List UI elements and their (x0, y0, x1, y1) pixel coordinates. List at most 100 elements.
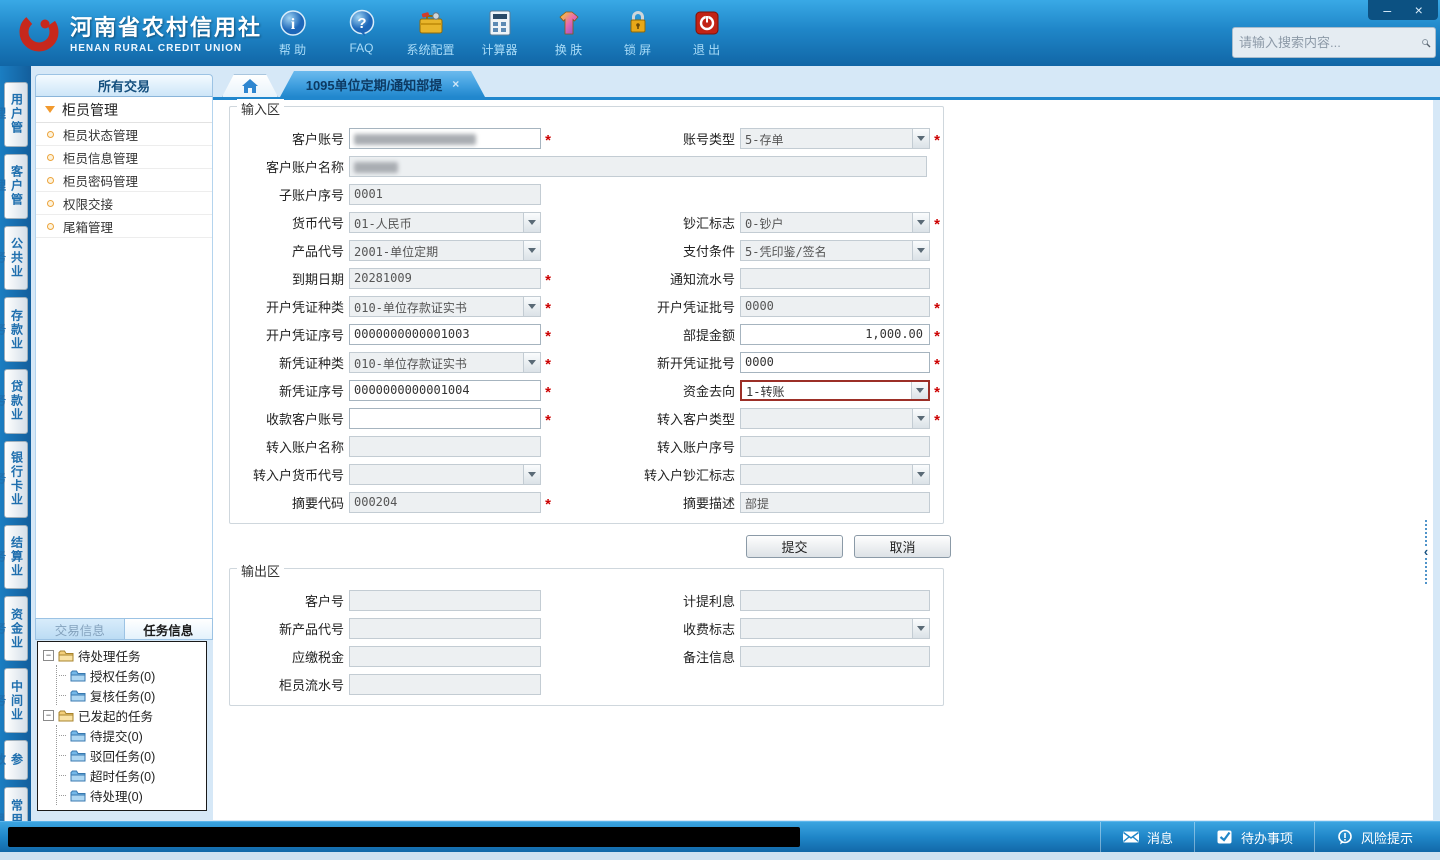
tree-leaf-1-0[interactable]: 待提交(0) (57, 725, 206, 745)
field-label: 新凭证种类 (278, 355, 344, 371)
panel-collapse-handle[interactable]: ‹ (1420, 520, 1432, 584)
chevron-down-icon (45, 106, 55, 113)
field-select: 010-单位存款证实书 (349, 295, 541, 317)
field-value: 1,000.00 (865, 326, 923, 341)
tab-task-info[interactable]: 任务信息 (123, 619, 212, 639)
svg-text:i: i (290, 16, 295, 33)
active-transaction-tab[interactable]: 1095单位定期/通知部提 × (280, 71, 485, 97)
side-tab-8[interactable]: 中间业务 (0, 668, 28, 733)
tree-leaf-0-1[interactable]: 复核任务(0) (57, 685, 206, 705)
required-asterisk: * (934, 299, 940, 317)
tree-parent-1[interactable]: − 已发起的任务 (43, 705, 206, 725)
chevron-down-icon (917, 415, 925, 421)
required-asterisk (541, 192, 555, 196)
search-input[interactable] (1233, 35, 1421, 50)
side-tab-3[interactable]: 存款业务 (0, 297, 28, 362)
field-input[interactable]: 0000000000001004 (349, 379, 541, 401)
tree-leaf-1-1[interactable]: 驳回任务(0) (57, 745, 206, 765)
field-label: 计提利息 (682, 593, 735, 609)
search-icon[interactable] (1421, 32, 1431, 54)
menu-item-2[interactable]: 柜员密码管理 (36, 169, 212, 192)
menu-item-4[interactable]: 尾箱管理 (36, 215, 212, 238)
side-tab-0[interactable]: 用户管理 (0, 82, 28, 147)
field-select[interactable]: 1-转账 (740, 379, 930, 401)
tree-connector (59, 754, 66, 756)
redacted-value (354, 133, 476, 145)
sidebar-header-tab[interactable]: 所有交易 (35, 74, 213, 97)
bullet-icon (47, 222, 54, 230)
submit-button[interactable]: 提交 (746, 535, 843, 558)
field-label: 支付条件 (682, 243, 735, 259)
field-value: 2001-单位定期 (354, 244, 439, 259)
field-select (740, 617, 930, 639)
input-area-fieldset: 输入区 客户账号 * 账号类型 5-存单 * 客户账户名称 子账户序号 0001 货币代号 01-… (229, 99, 944, 524)
field-input: 20281009 (349, 267, 541, 289)
dropdown-button[interactable] (911, 381, 928, 399)
toolbar-button-change-skin[interactable]: 换 肤 (534, 6, 603, 58)
field-label: 子账户序号 (278, 187, 344, 203)
close-button[interactable]: × (1407, 3, 1431, 17)
menu-group-label: 柜员管理 (62, 101, 118, 118)
input-area-row-6: 开户凭证种类 010-单位存款证实书 * 开户凭证批号 0000 * (237, 292, 943, 320)
business-category-strip: 用户管理客户管理公共业务存款业务贷款业务银行卡业务结算业务资金业务中间业务参数常… (0, 66, 31, 853)
field-input[interactable] (349, 407, 541, 429)
tree-expander-icon[interactable]: − (43, 709, 54, 721)
todo-icon (1216, 829, 1234, 845)
field-input[interactable]: 0000 (740, 351, 930, 373)
tree-children: 待提交(0) 驳回任务(0) 超时任务(0) 待处理(0) (56, 725, 206, 805)
home-tab[interactable] (222, 74, 278, 97)
tab-close-icon[interactable]: × (452, 77, 459, 91)
menu-item-0[interactable]: 柜员状态管理 (36, 123, 212, 146)
field-label: 货币代号 (291, 215, 344, 231)
minimize-button[interactable]: – (1375, 3, 1399, 17)
tab-transaction-info[interactable]: 交易信息 (36, 619, 124, 639)
side-tab-6[interactable]: 结算业务 (0, 524, 28, 590)
tree-connector (59, 774, 66, 776)
field-input (740, 435, 930, 457)
toolbar-button-calculator[interactable]: 计算器 (465, 6, 534, 58)
menu-item-1[interactable]: 柜员信息管理 (36, 146, 212, 169)
menu-item-3[interactable]: 权限交接 (36, 192, 212, 215)
side-tab-2[interactable]: 公共业务 (0, 225, 28, 291)
toolbar-button-system-config[interactable]: 系统配置 (396, 6, 465, 58)
field-label: 客户账号 (291, 131, 344, 147)
logo-title: 河南省农村信用社 (70, 15, 263, 40)
side-tab-7[interactable]: 资金业务 (0, 596, 28, 662)
required-asterisk (930, 598, 944, 602)
field-label: 摘要代码 (291, 495, 344, 511)
cancel-button[interactable]: 取消 (854, 535, 951, 558)
tree-expander-icon[interactable]: − (43, 649, 54, 661)
chevron-down-icon (528, 247, 536, 253)
tree-leaf-1-3[interactable]: 待处理(0) (57, 785, 206, 805)
input-area-row-11: 转入账户名称 转入账户序号 (237, 432, 943, 460)
dropdown-button (523, 352, 540, 372)
toolbar-button-help[interactable]: i 帮 助 (258, 6, 327, 58)
field-label: 客户号 (304, 593, 344, 609)
toolbar-button-lock-screen[interactable]: 锁 屏 (603, 6, 672, 58)
status-item-message[interactable]: 消息 (1099, 822, 1194, 852)
field-input[interactable] (349, 127, 541, 149)
required-asterisk (930, 444, 944, 448)
field-input[interactable]: 1,000.00 (740, 323, 930, 345)
toolbar-button-exit[interactable]: 退 出 (672, 6, 741, 58)
field-input (740, 267, 930, 289)
home-icon (241, 78, 259, 94)
status-item-risk[interactable]: 风险提示 (1313, 822, 1434, 852)
toolbar-button-label: 系统配置 (406, 43, 455, 57)
status-item-todo[interactable]: 待办事项 (1193, 822, 1314, 852)
tree-leaf-0-0[interactable]: 授权任务(0) (57, 665, 206, 685)
toolbar-button-faq[interactable]: ? FAQ (327, 6, 396, 58)
side-tab-1[interactable]: 客户管理 (0, 153, 28, 219)
field-input[interactable]: 0000000000001003 (349, 323, 541, 345)
menu-item-label: 柜员状态管理 (63, 128, 139, 143)
required-asterisk: * (545, 383, 551, 401)
menu-group-teller-management[interactable]: 柜员管理 (36, 97, 212, 123)
input-area-row-13: 摘要代码 000204 * 摘要描述 部提 (237, 488, 943, 516)
side-tab-4[interactable]: 贷款业务 (0, 369, 28, 434)
side-tab-9[interactable]: 参数 (0, 739, 28, 781)
tree-leaf-1-2[interactable]: 超时任务(0) (57, 765, 206, 785)
tree-parent-0[interactable]: − 待处理任务 (43, 645, 206, 665)
status-item-label: 消息 (1146, 830, 1173, 846)
side-tab-5[interactable]: 银行卡业务 (0, 440, 28, 518)
status-items: 消息 待办事项 风险提示 (1099, 822, 1434, 852)
